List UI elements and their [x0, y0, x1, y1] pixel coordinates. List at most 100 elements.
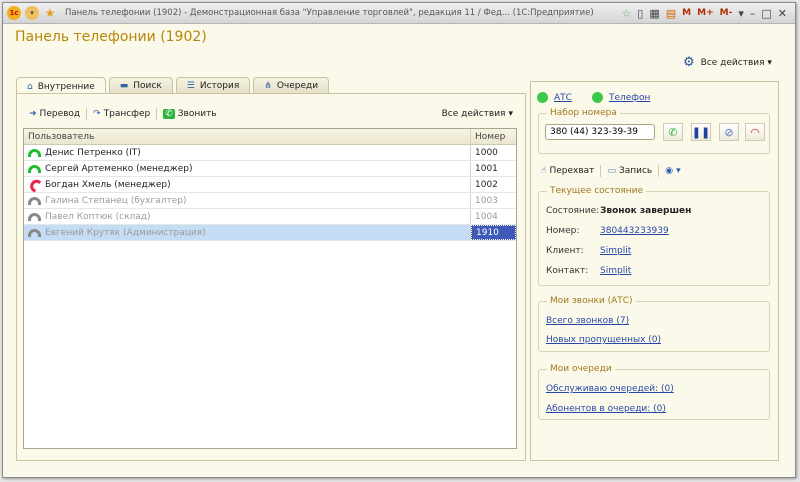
record-button[interactable]: ▭ Запись [603, 166, 656, 176]
title-bar: 1c ▾ ★ Панель телефонии (1902) - Демонст… [3, 3, 795, 24]
transfer-button[interactable]: ➜ Перевод [25, 109, 84, 119]
minimize-icon[interactable]: – [750, 7, 756, 20]
table-row[interactable]: Сергей Артеменко (менеджер) 1001 [24, 161, 516, 177]
user-cell: Галина Степанец (бухгалтер) [24, 193, 471, 208]
number-label: Номер: [546, 226, 580, 236]
favorite-star-icon[interactable]: ★ [43, 6, 57, 20]
total-calls-link[interactable]: Всего звонков (7) [546, 316, 629, 326]
page-title: Панель телефонии (1902) [15, 29, 207, 45]
maximize-icon[interactable]: □ [761, 7, 771, 20]
phone-number-input[interactable] [545, 124, 655, 140]
table-row[interactable]: Денис Петренко (IT) 1000 [24, 145, 516, 161]
table-header: Пользователь Номер [24, 129, 516, 145]
phone-link[interactable]: Телефон [609, 93, 650, 103]
user-cell: Богдан Хмель (менеджер) [24, 176, 471, 193]
menu-icon[interactable]: ▾ [25, 6, 39, 20]
separator [600, 165, 602, 177]
intercept-button[interactable]: ☝ Перехват [537, 166, 598, 176]
state-value: Звонок завершен [600, 206, 692, 216]
number-cell: 1001 [475, 163, 498, 174]
separator [86, 108, 88, 120]
connection-status: АТС Телефон [537, 92, 650, 103]
window-title: Панель телефонии (1902) - Демонстрационн… [65, 8, 594, 18]
contact-label: Контакт: [546, 266, 589, 276]
user-name: Сергей Артеменко (менеджер) [45, 163, 193, 174]
calendar-icon[interactable]: ▤ [666, 7, 676, 20]
transfer-label: Перевод [39, 109, 81, 119]
pbx-status-icon [537, 92, 548, 103]
eye-icon: ◉ [665, 166, 674, 176]
dropdown-icon[interactable]: ▾ [738, 7, 744, 20]
mute-button[interactable]: ⊘ [719, 123, 739, 141]
separator [156, 108, 158, 120]
table-row[interactable]: Галина Степанец (бухгалтер) 1003 [24, 193, 516, 209]
call-label: Звонить [177, 109, 217, 119]
phone-busy-icon [27, 176, 42, 193]
state-legend: Текущее состояние [550, 186, 644, 196]
pbx-link[interactable]: АТС [554, 93, 572, 103]
client-row: Клиент: Simplit [546, 246, 631, 256]
state-label: Состояние: [546, 206, 600, 216]
column-number[interactable]: Номер [471, 129, 516, 144]
separator [658, 165, 660, 177]
dial-button[interactable]: ✆ [663, 123, 683, 141]
call-button[interactable]: ✆ Звонить [159, 109, 220, 119]
client-label: Клиент: [546, 246, 584, 256]
number-cell: 1910 [471, 225, 516, 240]
user-name: Денис Петренко (IT) [45, 147, 141, 158]
view-menu-button[interactable]: ◉ ▾ [661, 166, 684, 176]
number-cell: 1004 [475, 211, 498, 222]
number-cell: 1003 [475, 195, 498, 206]
forward-button[interactable]: ↷ Трансфер [89, 109, 154, 119]
table-row[interactable]: Павел Коптюк (склад) 1004 [24, 209, 516, 225]
1c-logo-icon[interactable]: 1c [7, 6, 21, 20]
tab-history[interactable]: ☰ История [175, 77, 251, 94]
user-name: Галина Степанец (бухгалтер) [45, 195, 187, 206]
hold-button[interactable]: ❚❚ [691, 123, 711, 141]
queues-legend: Мои очереди [550, 364, 612, 374]
client-link[interactable]: Simplit [600, 246, 631, 256]
forward-label: Трансфер [103, 109, 151, 119]
table-row[interactable]: Богдан Хмель (менеджер) 1002 [24, 176, 516, 193]
queue-subscribers-link[interactable]: Абонентов в очереди: (0) [546, 404, 666, 414]
add-favorite-icon[interactable]: ☆ [621, 7, 631, 20]
hangup-button[interactable]: ◠ [745, 123, 765, 141]
tab-label: Поиск [133, 81, 162, 91]
transfer-icon: ➜ [29, 109, 37, 119]
phone-handset-icon [28, 212, 41, 221]
m-plus-button[interactable]: M+ [697, 8, 714, 18]
hierarchy-icon: ⋔ [264, 81, 272, 91]
user-cell: Денис Петренко (IT) [24, 145, 471, 160]
call-actions-toolbar: ☝ Перехват ▭ Запись ◉ ▾ [537, 165, 685, 177]
calculator-icon[interactable]: ▦ [649, 7, 659, 20]
contact-link[interactable]: Simplit [600, 266, 631, 276]
mute-microphone-icon: ⊘ [724, 125, 734, 139]
user-name: Павел Коптюк (склад) [45, 211, 151, 222]
number-cell: 1002 [475, 179, 498, 190]
list-all-actions-menu[interactable]: Все действия ▾ [438, 109, 517, 119]
record-label: Запись [618, 166, 653, 176]
tab-queues[interactable]: ⋔ Очереди [253, 77, 330, 94]
list-toolbar: ➜ Перевод ↷ Трансфер ✆ Звонить Все действия… [25, 106, 517, 122]
table-row[interactable]: Евгений Крутяк (Администрация) 1910 [24, 225, 516, 241]
pause-icon: ❚❚ [691, 125, 711, 139]
bookmark-icon[interactable]: ▯ [637, 7, 643, 20]
missed-calls-link[interactable]: Новых пропущенных (0) [546, 335, 661, 345]
phone-handset-icon [28, 164, 41, 173]
column-user[interactable]: Пользователь [24, 129, 471, 144]
user-name: Евгений Крутяк (Администрация) [45, 227, 206, 238]
m-minus-button[interactable]: M- [720, 8, 733, 18]
number-link[interactable]: 380443233939 [600, 226, 669, 236]
list-icon: ☰ [186, 81, 195, 91]
tab-search[interactable]: ▬ Поиск [108, 77, 173, 94]
m-button[interactable]: M [682, 8, 691, 18]
serving-queues-link[interactable]: Обслуживаю очередей: (0) [546, 384, 674, 394]
all-actions-menu[interactable]: ⚙ Все действия ▾ [683, 55, 772, 70]
dial-group: Набор номера ✆ ❚❚ ⊘ ◠ [538, 108, 770, 154]
number-row: Номер: 380443233939 [546, 226, 669, 236]
close-icon[interactable]: ✕ [778, 7, 787, 20]
forward-arrow-icon: ↷ [93, 109, 101, 119]
state-row: Состояние: Звонок завершен [546, 206, 691, 216]
current-state-group: Текущее состояние Состояние: Звонок завер… [538, 186, 770, 286]
tab-label: Очереди [276, 81, 319, 91]
